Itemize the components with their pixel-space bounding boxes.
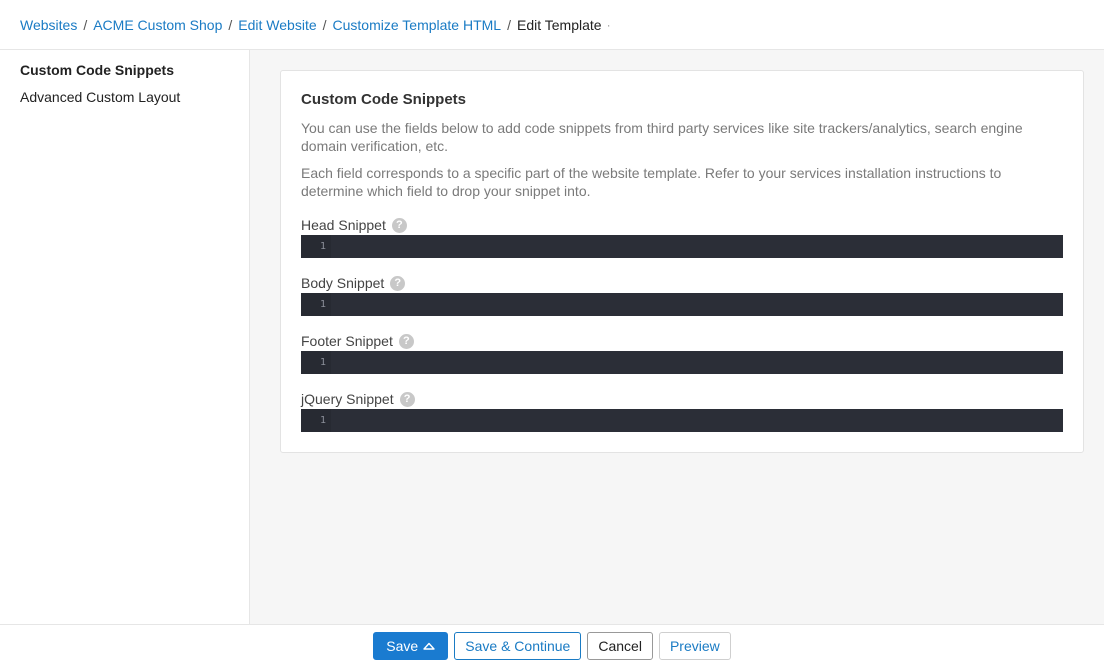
footer-snippet-label: Footer Snippet — [301, 333, 393, 349]
line-number: 1 — [301, 351, 331, 374]
breadcrumb-websites-link[interactable]: Websites — [20, 17, 77, 33]
sidebar-item-advanced-custom-layout[interactable]: Advanced Custom Layout — [0, 89, 249, 116]
snippet-fields: Head Snippet ? 1 Body Snippet ? 1 Footer… — [301, 216, 1063, 432]
breadcrumb-separator: / — [322, 16, 327, 33]
breadcrumb-customize-template-link[interactable]: Customize Template HTML — [333, 17, 502, 33]
card-title: Custom Code Snippets — [301, 91, 467, 108]
main-content: Custom Code Snippets You can use the fie… — [250, 50, 1104, 625]
help-icon[interactable]: ? — [391, 217, 407, 233]
breadcrumb-separator: / — [228, 16, 233, 33]
snippets-card: Custom Code Snippets You can use the fie… — [280, 70, 1084, 453]
head-snippet-code-area[interactable] — [331, 235, 1063, 258]
jquery-snippet-code-area[interactable] — [331, 409, 1063, 432]
body-snippet-code-area[interactable] — [331, 293, 1063, 316]
help-icon[interactable]: ? — [390, 275, 406, 291]
field-label-row: Body Snippet ? — [301, 274, 1063, 292]
field-label-row: Head Snippet ? — [301, 216, 1063, 234]
jquery-snippet-label: jQuery Snippet — [301, 391, 394, 407]
field-label-row: jQuery Snippet ? — [301, 390, 1063, 408]
breadcrumb-edit-website-link[interactable]: Edit Website — [238, 17, 316, 33]
cancel-button[interactable]: Cancel — [587, 632, 653, 660]
breadcrumb-separator: / — [83, 16, 88, 33]
line-number: 1 — [301, 235, 331, 258]
field-label-row: Footer Snippet ? — [301, 332, 1063, 350]
preview-button[interactable]: Preview — [658, 632, 731, 660]
breadcrumb-current: Edit Template — [516, 16, 602, 33]
sidebar-item-custom-code-snippets[interactable]: Custom Code Snippets — [0, 62, 249, 89]
footer-snippet-code-area[interactable] — [331, 351, 1063, 374]
head-snippet-editor[interactable]: 1 — [301, 235, 1063, 258]
help-icon[interactable]: ? — [398, 333, 414, 349]
body-snippet-editor[interactable]: 1 — [301, 293, 1063, 316]
card-description: You can use the fields below to add code… — [301, 120, 1023, 154]
sidebar: Custom Code Snippets Advanced Custom Lay… — [0, 50, 250, 625]
caret-up-icon[interactable] — [423, 642, 435, 650]
jquery-snippet-field: jQuery Snippet ? 1 — [301, 390, 1063, 432]
jquery-snippet-editor[interactable]: 1 — [301, 409, 1063, 432]
head-snippet-field: Head Snippet ? 1 — [301, 216, 1063, 258]
body-snippet-label: Body Snippet — [301, 275, 385, 291]
save-button[interactable]: Save — [373, 632, 449, 660]
breadcrumb-trailing-dot: · — [606, 17, 611, 32]
save-and-continue-button[interactable]: Save & Continue — [454, 632, 582, 660]
body-snippet-field: Body Snippet ? 1 — [301, 274, 1063, 316]
head-snippet-label: Head Snippet — [301, 217, 386, 233]
action-bar: Save Save & Continue Cancel Preview — [0, 624, 1104, 667]
footer-snippet-editor[interactable]: 1 — [301, 351, 1063, 374]
line-number: 1 — [301, 409, 331, 432]
save-button-label: Save — [386, 638, 419, 654]
footer-snippet-field: Footer Snippet ? 1 — [301, 332, 1063, 374]
breadcrumb-separator: / — [507, 16, 511, 33]
breadcrumb-shop-link[interactable]: ACME Custom Shop — [93, 17, 222, 33]
card-description: Each field corresponds to a specific par… — [301, 165, 1002, 199]
help-icon[interactable]: ? — [399, 391, 415, 407]
line-number: 1 — [301, 293, 331, 316]
breadcrumb: Websites / ACME Custom Shop / Edit Websi… — [0, 0, 1104, 50]
